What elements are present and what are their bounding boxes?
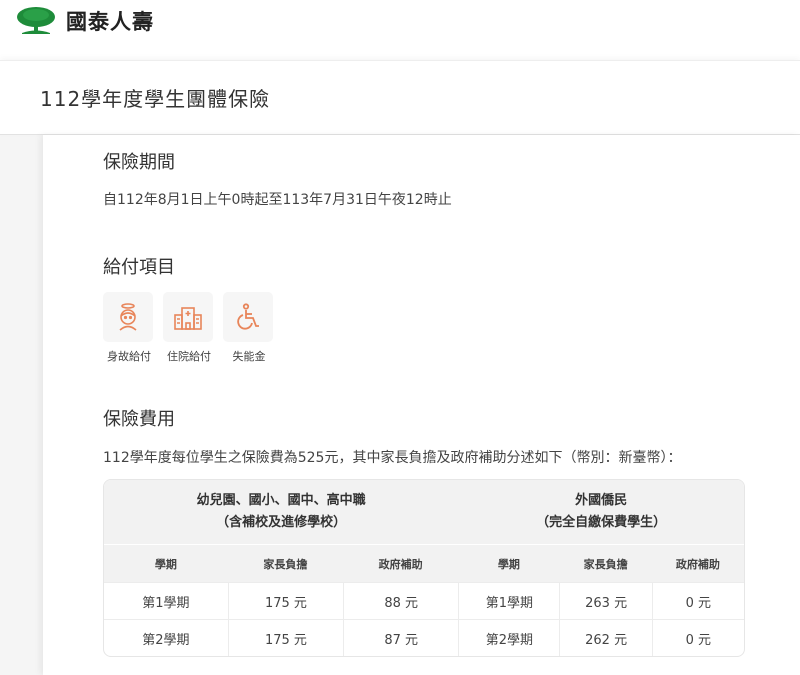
hospital-icon [174, 307, 202, 330]
table-cell: 0 元 [651, 582, 744, 619]
table-cell: 第2學期 [104, 619, 228, 656]
brand-name: 國泰人壽 [66, 10, 154, 34]
table-cell: 175 元 [227, 619, 344, 656]
table-cell: 88 元 [343, 582, 459, 619]
benefit-item-hospital[interactable]: 住院給付 [163, 292, 215, 364]
table-cell: 第1學期 [458, 582, 560, 619]
table-cell: 第1學期 [104, 582, 228, 619]
top-bar: 國泰人壽 [0, 0, 800, 60]
benefit-label-death: 身故給付 [107, 350, 151, 363]
table-cell: 263 元 [559, 582, 652, 619]
table-row: 第2學期 175 元 87 元 第2學期 262 元 0 元 [104, 619, 744, 656]
fee-table: 幼兒園、國小、國中、高中職 （含補校及進修學校） 外國僑民 （完全自繳保費學生）… [103, 479, 745, 657]
page-title: 112學年度學生團體保險 [40, 87, 271, 111]
fee-table-group-header: 幼兒園、國小、國中、高中職 （含補校及進修學校） 外國僑民 （完全自繳保費學生） [104, 480, 744, 544]
title-bar: 112學年度學生團體保險 [0, 60, 800, 135]
period-text: 自112年8月1日上午0時起至113年7月31日午夜12時止 [103, 192, 452, 208]
table-row: 第1學期 175 元 88 元 第1學期 263 元 0 元 [104, 582, 744, 619]
col-semester: 學期 [458, 544, 560, 582]
col-gov-subsidy: 政府補助 [343, 544, 459, 582]
benefits-title: 給付項目 [103, 257, 175, 278]
table-cell: 0 元 [651, 619, 744, 656]
group-foreign: 外國僑民 （完全自繳保費學生） [458, 480, 744, 544]
table-cell: 262 元 [559, 619, 652, 656]
col-semester: 學期 [104, 544, 228, 582]
main-content: 保險期間 自112年8月1日上午0時起至113年7月31日午夜12時止 給付項目… [43, 135, 800, 675]
table-cell: 87 元 [343, 619, 459, 656]
benefit-item-death[interactable]: 身故給付 [103, 292, 155, 364]
period-title: 保險期間 [103, 152, 175, 173]
benefit-item-disability[interactable]: 失能金 [223, 292, 275, 364]
angel-icon [119, 303, 137, 331]
group-domestic: 幼兒園、國小、國中、高中職 （含補校及進修學校） [104, 480, 459, 544]
fees-text: 112學年度每位學生之保險費為525元，其中家長負擔及政府補助分述如下（幣別：新… [103, 450, 682, 466]
benefit-label-disability: 失能金 [232, 350, 266, 363]
col-parent-share: 家長負擔 [227, 544, 344, 582]
benefit-label-hospital: 住院給付 [167, 350, 211, 363]
table-cell: 第2學期 [458, 619, 560, 656]
fee-table-column-header: 學期 家長負擔 政府補助 學期 家長負擔 政府補助 [104, 544, 744, 582]
tree-logo-icon [17, 7, 55, 34]
col-parent-share: 家長負擔 [559, 544, 652, 582]
fees-title: 保險費用 [103, 409, 175, 430]
table-cell: 175 元 [227, 582, 344, 619]
brand-logo[interactable]: 國泰人壽 [16, 6, 154, 36]
col-gov-subsidy: 政府補助 [651, 544, 744, 582]
wheelchair-icon [237, 303, 259, 330]
